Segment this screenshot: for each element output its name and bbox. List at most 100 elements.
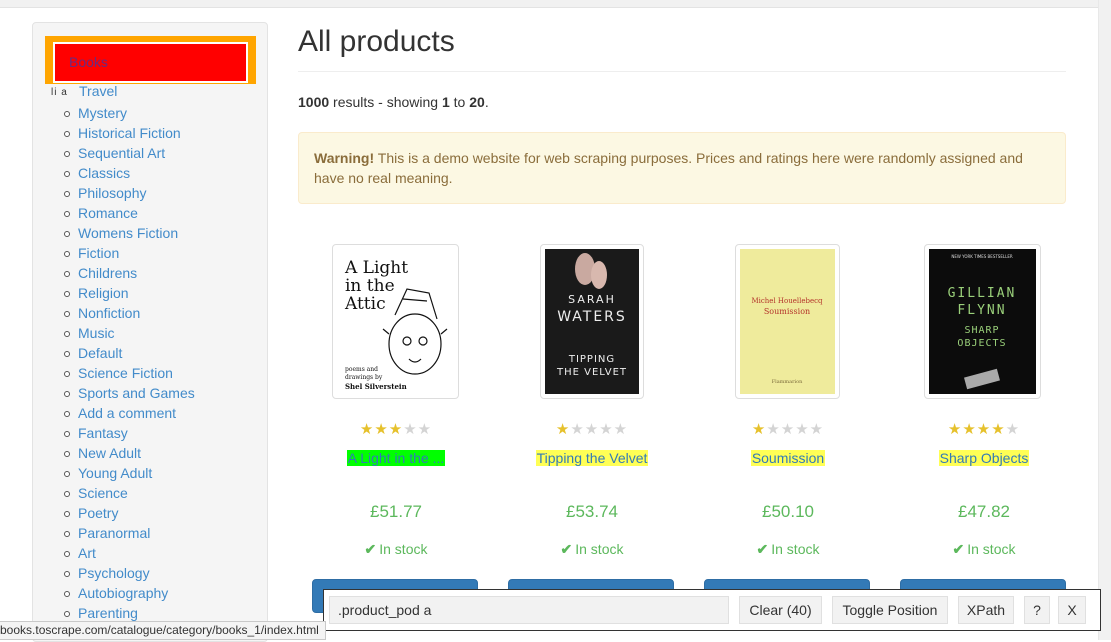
product-card: Michel Houellebecq Soumission Flammarion… [690, 230, 886, 613]
css-selector-input[interactable] [329, 596, 729, 624]
product-cover-link[interactable]: A Light in the Attic poems and drawings … [332, 244, 459, 399]
star-icon: ★ [766, 421, 781, 438]
star-icon: ★ [570, 421, 585, 438]
product-cover-link[interactable]: SARAH WATERS TIPPING THE VELVET [540, 244, 644, 399]
product-price: £50.10 [762, 502, 814, 521]
sidebar-item[interactable]: Default [63, 343, 195, 363]
sidebar-item[interactable]: Poetry [63, 503, 195, 523]
check-icon: ✔ [952, 541, 965, 557]
sidebar-item[interactable]: Sports and Games [63, 383, 195, 403]
check-icon: ✔ [364, 541, 377, 557]
sidebar-item[interactable]: Nonfiction [63, 303, 195, 323]
book-cover-image: A Light in the Attic poems and drawings … [337, 249, 454, 394]
product-cover-link[interactable]: NEW YORK TIMES BESTSELLER GILLIAN FLYNN … [924, 244, 1041, 399]
sidebar-item[interactable]: Womens Fiction [63, 223, 195, 243]
results-text: . [484, 94, 489, 110]
selector-toolbar: Clear (40) Toggle Position XPath ? X [323, 589, 1101, 631]
check-icon: ✔ [560, 541, 573, 557]
sidebar-item[interactable]: Art [63, 543, 195, 563]
sidebar-item[interactable]: Historical Fiction [63, 123, 195, 143]
selected-element-outline: Books [45, 36, 256, 84]
book-cover-image: SARAH WATERS TIPPING THE VELVET [545, 249, 639, 394]
product-title-link[interactable]: Tipping the Velvet [535, 450, 649, 466]
product-price: £53.74 [566, 502, 618, 521]
star-icon: ★ [962, 421, 977, 438]
sidebar-item[interactable]: Romance [63, 203, 195, 223]
close-button[interactable]: X [1058, 596, 1086, 624]
star-rating: ★★★★★ [494, 420, 690, 438]
sidebar-item[interactable]: Science Fiction [63, 363, 195, 383]
star-icon: ★ [584, 421, 600, 438]
results-summary: 1000 results - showing 1 to 20. [298, 94, 489, 110]
product-title-link[interactable]: Sharp Objects [938, 450, 1030, 466]
cover-title-line: THE VELVET [556, 367, 627, 378]
xpath-button[interactable]: XPath [958, 596, 1014, 624]
help-button[interactable]: ? [1024, 596, 1050, 624]
category-list: Mystery Historical Fiction Sequential Art C… [63, 103, 195, 623]
star-icon: ★ [599, 421, 614, 438]
toggle-position-button[interactable]: Toggle Position [832, 596, 948, 624]
product-price: £51.77 [370, 502, 422, 521]
sidebar-item-travel[interactable]: Travel [79, 83, 117, 99]
sidebar-item[interactable]: Childrens [63, 263, 195, 283]
star-icon: ★ [417, 421, 433, 438]
book-cover-image: NEW YORK TIMES BESTSELLER GILLIAN FLYNN … [929, 249, 1036, 394]
product-title: A Light in the ... [298, 450, 494, 466]
warning-alert: Warning! This is a demo website for web … [298, 132, 1066, 204]
product-title-link[interactable]: Soumission [750, 450, 826, 466]
sidebar-item[interactable]: Fiction [63, 243, 195, 263]
results-count: 1000 [298, 94, 330, 110]
sidebar-item[interactable]: Classics [63, 163, 195, 183]
availability-text: In stock [575, 541, 624, 557]
star-rating: ★★★★★ [690, 420, 886, 438]
sidebar-item[interactable]: Add a comment [63, 403, 195, 423]
sidebar-item[interactable]: Music [63, 323, 195, 343]
star-icon: ★ [374, 421, 389, 438]
cover-title-line: Soumission [764, 307, 810, 316]
warning-text: This is a demo website for web scraping … [314, 150, 1023, 186]
cover-author: WATERS [557, 309, 627, 325]
vertical-scrollbar[interactable] [1098, 0, 1111, 640]
sidebar-item[interactable]: Science [63, 483, 195, 503]
sidebar-item[interactable]: New Adult [63, 443, 195, 463]
sidebar-item-books[interactable]: Books [53, 42, 248, 83]
product-card: A Light in the Attic poems and drawings … [298, 230, 494, 613]
main-content: All products 1000 results - showing 1 to… [298, 0, 1066, 640]
sidebar-item[interactable]: Psychology [63, 563, 195, 583]
sidebar-item[interactable]: Mystery [63, 103, 195, 123]
product-card: SARAH WATERS TIPPING THE VELVET ★★★★★ Ti… [494, 230, 690, 613]
cover-title-line: OBJECTS [957, 338, 1006, 349]
cover-title-line: A Light [344, 258, 408, 278]
star-icon: ★ [991, 421, 1006, 438]
sidebar-item[interactable]: Fantasy [63, 423, 195, 443]
star-icon: ★ [947, 421, 963, 438]
star-icon: ★ [976, 421, 992, 438]
cover-title-line: Attic [344, 294, 386, 314]
sidebar-item[interactable]: Young Adult [63, 463, 195, 483]
star-icon: ★ [613, 421, 629, 438]
cover-title-line: in the [345, 276, 395, 296]
product-price: £47.82 [958, 502, 1010, 521]
sidebar-item[interactable]: Parenting [63, 603, 195, 623]
cover-author: SARAH [568, 293, 616, 306]
availability: ✔ In stock [298, 541, 494, 558]
results-text: results - showing [329, 94, 442, 110]
status-bar-url: books.toscrape.com/catalogue/category/bo… [0, 621, 326, 640]
title-divider [298, 71, 1066, 72]
star-icon: ★ [795, 421, 810, 438]
sidebar-item[interactable]: Philosophy [63, 183, 195, 203]
sidebar-item[interactable]: Autobiography [63, 583, 195, 603]
product-cover-link[interactable]: Michel Houellebecq Soumission Flammarion [735, 244, 840, 399]
cover-tagline: NEW YORK TIMES BESTSELLER [951, 254, 1013, 259]
cover-publisher: Flammarion [772, 379, 804, 385]
product-card: NEW YORK TIMES BESTSELLER GILLIAN FLYNN … [886, 230, 1082, 613]
check-icon: ✔ [756, 541, 769, 557]
sidebar-item[interactable]: Paranormal [63, 523, 195, 543]
clear-button[interactable]: Clear (40) [739, 596, 822, 624]
sidebar-item[interactable]: Sequential Art [63, 143, 195, 163]
results-text: to [449, 94, 470, 110]
sidebar-item[interactable]: Religion [63, 283, 195, 303]
cover-subtitle: poems and [345, 366, 378, 373]
cover-title-line: SHARP [964, 325, 999, 336]
product-title-link[interactable]: A Light in the ... [346, 450, 446, 466]
